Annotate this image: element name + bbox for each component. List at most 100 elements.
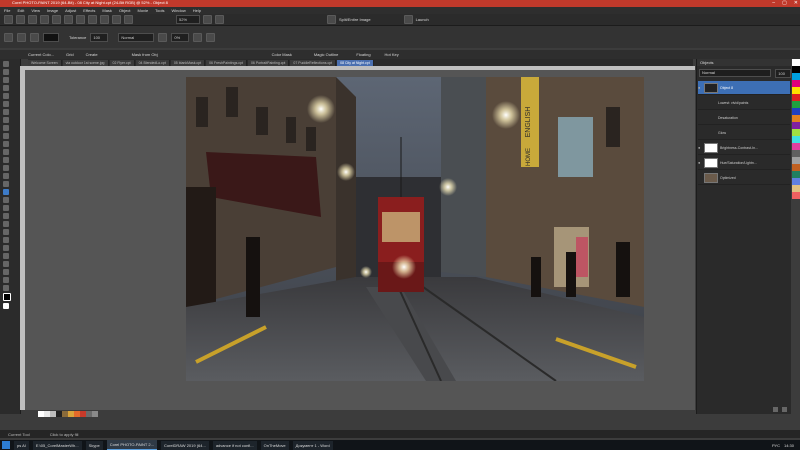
hand-tool-icon[interactable] xyxy=(3,285,9,291)
merge-mode-select[interactable]: Normal xyxy=(118,32,155,42)
redeye-tool-icon[interactable] xyxy=(3,133,9,139)
taskbar-item[interactable]: Документ 1 - Word xyxy=(292,440,333,450)
ellipse-tool-icon[interactable] xyxy=(3,165,9,171)
color-swatch[interactable] xyxy=(792,66,800,73)
taskbar-item[interactable]: advance if not confi... xyxy=(212,440,257,450)
color-swatch[interactable] xyxy=(792,122,800,129)
text-tool-icon[interactable] xyxy=(3,197,9,203)
transparency-input[interactable]: 0% xyxy=(171,32,190,42)
color-mask-button[interactable]: Color Mask xyxy=(272,52,292,57)
floating-button[interactable]: Floating xyxy=(356,52,370,57)
color-swatch[interactable] xyxy=(792,73,800,80)
freehand-mask-tool-icon[interactable] xyxy=(3,85,9,91)
color-swatch[interactable] xyxy=(792,192,800,199)
split-view-label[interactable]: Split/Entire Image xyxy=(339,17,371,22)
launch-label[interactable]: Launch xyxy=(416,17,429,22)
menu-edit[interactable]: Edit xyxy=(17,8,24,13)
taskbar-item[interactable]: Skype xyxy=(85,440,103,450)
zoom-100-icon[interactable] xyxy=(215,15,224,24)
menu-mask[interactable]: Mask xyxy=(102,8,112,13)
tab-doc-1[interactable]: via outdoor 1st scene.jpg xyxy=(62,59,109,66)
smear-tool-icon[interactable] xyxy=(3,277,9,283)
fill-fountain-icon[interactable] xyxy=(30,32,39,42)
maximize-button[interactable]: ▢ xyxy=(782,0,787,7)
taskbar-item[interactable]: CorelDRAW 2019 (64... xyxy=(160,440,209,450)
menu-file[interactable]: File xyxy=(4,8,10,13)
paint-tool-icon[interactable] xyxy=(3,205,9,211)
redo-icon[interactable] xyxy=(100,15,109,24)
zoom-tool-icon[interactable] xyxy=(3,109,9,115)
new-object-icon[interactable] xyxy=(773,407,778,412)
visibility-eye-icon[interactable]: ● xyxy=(698,85,702,90)
mask-from-object-button[interactable]: Mask from Obj xyxy=(132,52,158,57)
fill-mode-icon[interactable] xyxy=(4,32,13,42)
menu-adjust[interactable]: Adjust xyxy=(65,8,76,13)
export-icon[interactable] xyxy=(124,15,133,24)
fill-tool-icon[interactable] xyxy=(3,189,9,195)
import-icon[interactable] xyxy=(112,15,121,24)
visibility-eye-icon[interactable] xyxy=(698,176,702,180)
taskbar-item[interactable]: E:\05_CorelMasterWh... xyxy=(32,440,82,450)
open-icon[interactable] xyxy=(16,15,25,24)
rectangle-tool-icon[interactable] xyxy=(3,157,9,163)
tab-active-doc[interactable]: 08 City at Night.cpt xyxy=(337,59,374,66)
object-row[interactable]: Optimized xyxy=(698,171,790,185)
shadow-tool-icon[interactable] xyxy=(3,253,9,259)
anchor-icon[interactable] xyxy=(206,32,216,42)
split-view-icon[interactable] xyxy=(327,15,336,24)
undo-icon[interactable] xyxy=(88,15,97,24)
magic-outline-button[interactable]: Magic Outline xyxy=(314,52,338,57)
save-icon[interactable] xyxy=(28,15,37,24)
color-swatch[interactable] xyxy=(792,129,800,136)
hot-key-button[interactable]: Hot Key xyxy=(385,52,399,57)
delete-object-icon[interactable] xyxy=(782,407,787,412)
taskbar-item[interactable]: ps AI xyxy=(14,440,29,450)
image-canvas[interactable]: ENGLISH HOME xyxy=(186,77,644,381)
fill-color-swatch[interactable] xyxy=(43,32,59,42)
menu-window[interactable]: Window xyxy=(172,8,186,13)
menu-image[interactable]: Image xyxy=(47,8,58,13)
pick-tool-icon[interactable] xyxy=(3,61,9,67)
object-row[interactable]: Lowest: vivid/paints xyxy=(698,96,790,110)
color-swatch[interactable] xyxy=(792,164,800,171)
color-swatch[interactable] xyxy=(792,171,800,178)
image-sprayer-tool-icon[interactable] xyxy=(3,221,9,227)
object-row[interactable]: Desaturation xyxy=(698,111,790,125)
menu-help[interactable]: Help xyxy=(193,8,201,13)
line-tool-icon[interactable] xyxy=(3,181,9,187)
visibility-eye-icon[interactable] xyxy=(698,131,702,135)
start-button-icon[interactable] xyxy=(2,441,10,449)
tray-language[interactable]: РУС xyxy=(772,443,780,448)
antialias-icon[interactable] xyxy=(193,32,203,42)
menu-movie[interactable]: Movie xyxy=(138,8,149,13)
menu-tools[interactable]: Tools xyxy=(155,8,164,13)
zoom-fit-icon[interactable] xyxy=(203,15,212,24)
fill-uniform-icon[interactable] xyxy=(17,32,26,42)
foreground-color-swatch[interactable] xyxy=(3,293,11,301)
transparency-tool-icon[interactable] xyxy=(3,237,9,243)
background-color-swatch[interactable] xyxy=(3,303,9,309)
current-color-button[interactable]: Current Colo... xyxy=(28,52,54,57)
transparency-icon[interactable] xyxy=(158,32,168,42)
color-swatch[interactable] xyxy=(792,94,800,101)
grid-button[interactable]: Grid xyxy=(66,52,74,57)
taskbar-item-active[interactable]: Corel PHOTO-PAINT 2... xyxy=(106,440,157,450)
visibility-eye-icon[interactable] xyxy=(698,101,702,105)
liquid-tool-icon[interactable] xyxy=(3,269,9,275)
opacity-input[interactable]: 100 xyxy=(775,68,791,78)
magic-wand-tool-icon[interactable] xyxy=(3,93,9,99)
launch-icon[interactable] xyxy=(403,15,413,24)
minimize-button[interactable]: – xyxy=(772,0,775,7)
tab-doc-6[interactable]: 06 PortraitPainting.cpt xyxy=(247,59,290,66)
color-swatch[interactable] xyxy=(792,157,800,164)
color-swatch[interactable] xyxy=(792,108,800,115)
print-icon[interactable] xyxy=(40,15,49,24)
copy-icon[interactable] xyxy=(64,15,73,24)
taskbar-item[interactable]: OnTheMove xyxy=(260,440,289,450)
eraser-tool-icon[interactable] xyxy=(3,125,9,131)
tab-doc-5[interactable]: 06 FreshPaintings.cpt xyxy=(206,59,247,66)
palette-swatch[interactable] xyxy=(92,411,98,417)
color-swatch[interactable] xyxy=(792,80,800,87)
tray-clock[interactable]: 14:30 xyxy=(784,443,794,448)
visibility-eye-icon[interactable]: ● xyxy=(698,145,702,150)
